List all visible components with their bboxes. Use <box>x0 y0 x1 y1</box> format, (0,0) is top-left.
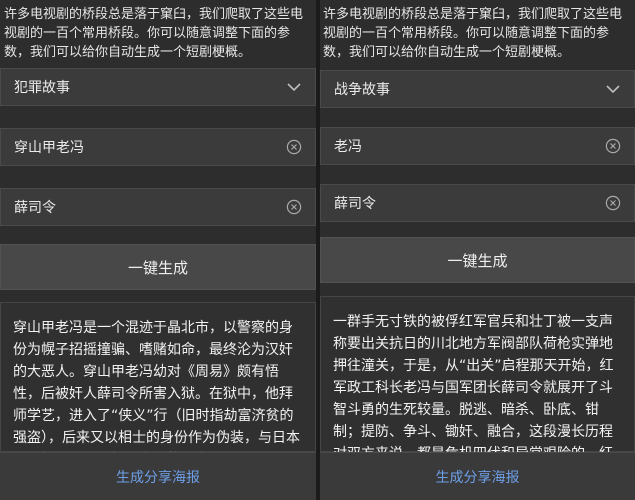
protagonist-value: 老冯 <box>334 139 362 155</box>
generator-panel-left: 许多电视剧的桥段总是落于窠臼，我们爬取了这些电视剧的一百个常用桥段。你可以随意调… <box>0 0 316 500</box>
synopsis-result: 一群手无寸铁的被俘红军官兵和壮丁被一支声称要出关抗日的川北地方军阀部队荷枪实弹地… <box>320 296 635 500</box>
genre-value: 战争故事 <box>334 82 390 98</box>
antagonist-value: 薛司令 <box>14 200 56 216</box>
chevron-down-icon <box>605 81 621 97</box>
protagonist-input[interactable]: 老冯 <box>320 127 635 165</box>
generate-button[interactable]: 一键生成 <box>0 244 316 290</box>
generate-button[interactable]: 一键生成 <box>320 237 635 283</box>
antagonist-value: 薛司令 <box>334 196 376 212</box>
synopsis-result: 穿山甲老冯是一个混迹于晶北市，以警察的身份为幌子招摇撞骗、嗜赌如命，最终沦为汉奸… <box>0 302 316 468</box>
protagonist-value: 穿山甲老冯 <box>14 140 84 156</box>
intro-text: 许多电视剧的桥段总是落于窠臼，我们爬取了这些电视剧的一百个常用桥段。你可以随意调… <box>4 7 304 60</box>
antagonist-input[interactable]: 薛司令 <box>0 188 316 226</box>
protagonist-input[interactable]: 穿山甲老冯 <box>0 128 316 166</box>
clear-circle-x-icon[interactable] <box>286 199 302 215</box>
chevron-down-icon <box>286 79 302 95</box>
share-poster-button[interactable]: 生成分享海报 <box>0 452 316 500</box>
genre-select[interactable]: 战争故事 <box>320 70 635 108</box>
genre-value: 犯罪故事 <box>14 80 70 96</box>
clear-circle-x-icon[interactable] <box>605 138 621 154</box>
share-poster-button[interactable]: 生成分享海报 <box>320 452 635 500</box>
genre-select[interactable]: 犯罪故事 <box>0 68 316 106</box>
clear-circle-x-icon[interactable] <box>286 139 302 155</box>
clear-circle-x-icon[interactable] <box>605 195 621 211</box>
generator-panel-right: 许多电视剧的桥段总是落于窠臼，我们爬取了这些电视剧的一百个常用桥段。你可以随意调… <box>320 0 635 500</box>
antagonist-input[interactable]: 薛司令 <box>320 184 635 222</box>
intro-text: 许多电视剧的桥段总是落于窠臼，我们爬取了这些电视剧的一百个常用桥段。你可以随意调… <box>323 7 623 60</box>
